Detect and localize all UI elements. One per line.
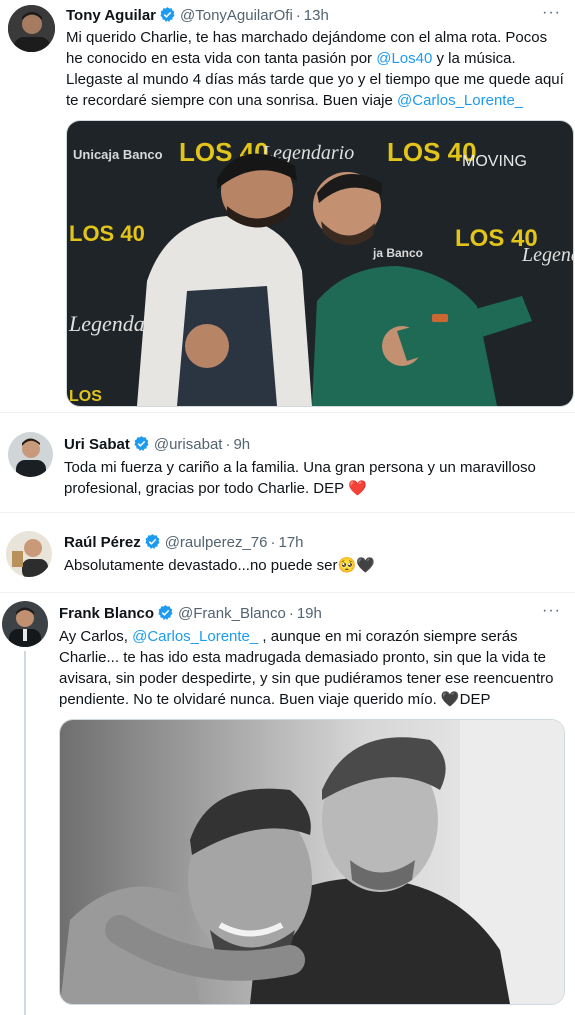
backdrop-legenda: Legenda <box>68 311 145 336</box>
avatar-tony-aguilar[interactable] <box>8 5 55 52</box>
tweet-time[interactable]: 19h <box>297 605 322 622</box>
thread-line <box>24 651 26 1015</box>
mention-link[interactable]: @Los40 <box>376 50 432 67</box>
author-handle[interactable]: @Frank_Blanco <box>178 605 286 622</box>
backdrop-moving: MOVING <box>462 153 527 170</box>
tweet-text: Absolutamente devastado...no puede ser🥺🖤 <box>64 557 375 574</box>
tweet-header: Uri Sabat @urisabat · 9h <box>64 436 251 453</box>
tweet-time[interactable]: 9h <box>233 436 250 453</box>
mention-link[interactable]: @Carlos_Lorente_ <box>132 628 258 645</box>
verified-badge-icon <box>158 605 173 620</box>
more-options-icon[interactable]: ··· <box>542 4 561 22</box>
backdrop-sponsor: Unicaja Banco <box>73 147 163 162</box>
backdrop-banco: ja Banco <box>372 246 423 260</box>
tweet-header: Tony Aguilar @TonyAguilarOfi · 13h <box>66 7 329 24</box>
tweet-header: Frank Blanco @Frank_Blanco · 19h <box>59 605 322 622</box>
tweet-text: Ay Carlos, @Carlos_Lorente_ , aunque en … <box>59 628 554 708</box>
verified-badge-icon <box>160 7 175 22</box>
backdrop-brand: LOS 40 <box>69 221 145 246</box>
heart-emoji-icon: ❤️ <box>348 480 367 497</box>
author-handle[interactable]: @raulperez_76 <box>165 534 268 551</box>
tweet-time[interactable]: 13h <box>304 7 329 24</box>
avatar-frank-blanco[interactable] <box>2 601 48 647</box>
backdrop-los: LOS <box>69 388 102 405</box>
backdrop-legend-right: Legend <box>521 244 573 266</box>
tweet-photo[interactable]: Unicaja Banco LOS 40 Legendario LOS 40 M… <box>66 120 574 407</box>
tweet-text: Mi querido Charlie, te has marchado dejá… <box>66 29 564 109</box>
author-handle[interactable]: @TonyAguilarOfi <box>180 7 293 24</box>
verified-badge-icon <box>134 436 149 451</box>
tweet-uri-sabat[interactable]: Uri Sabat @urisabat · 9h Toda mi fuerza y c… <box>0 413 575 511</box>
verified-badge-icon <box>145 534 160 549</box>
author-name[interactable]: Uri Sabat <box>64 436 130 453</box>
emoji-icon: 🥺🖤 <box>337 557 375 574</box>
author-name[interactable]: Tony Aguilar <box>66 7 156 24</box>
avatar-uri-sabat[interactable] <box>8 432 53 477</box>
author-handle[interactable]: @urisabat <box>154 436 223 453</box>
mention-link[interactable]: @Carlos_Lorente_ <box>397 92 523 109</box>
tweet-frank-blanco[interactable]: Frank Blanco @Frank_Blanco · 19h ··· Ay Car… <box>0 593 575 1015</box>
tweet-photo[interactable] <box>59 719 565 1005</box>
tweet-text: Toda mi fuerza y cariño a la familia. Un… <box>64 459 536 497</box>
author-name[interactable]: Raúl Pérez <box>64 534 141 551</box>
avatar-raul-perez[interactable] <box>6 531 52 577</box>
black-heart-emoji-icon: 🖤 <box>440 691 460 708</box>
more-options-icon[interactable]: ··· <box>542 602 561 620</box>
tweet-time[interactable]: 17h <box>279 534 304 551</box>
tweet-raul-perez[interactable]: Raúl Pérez @raulperez_76 · 17h Absolutament… <box>0 513 575 591</box>
tweet-tony-aguilar[interactable]: Tony Aguilar @TonyAguilarOfi · 13h ··· Mi q… <box>0 0 575 412</box>
tweet-header: Raúl Pérez @raulperez_76 · 17h <box>64 534 304 551</box>
author-name[interactable]: Frank Blanco <box>59 605 154 622</box>
